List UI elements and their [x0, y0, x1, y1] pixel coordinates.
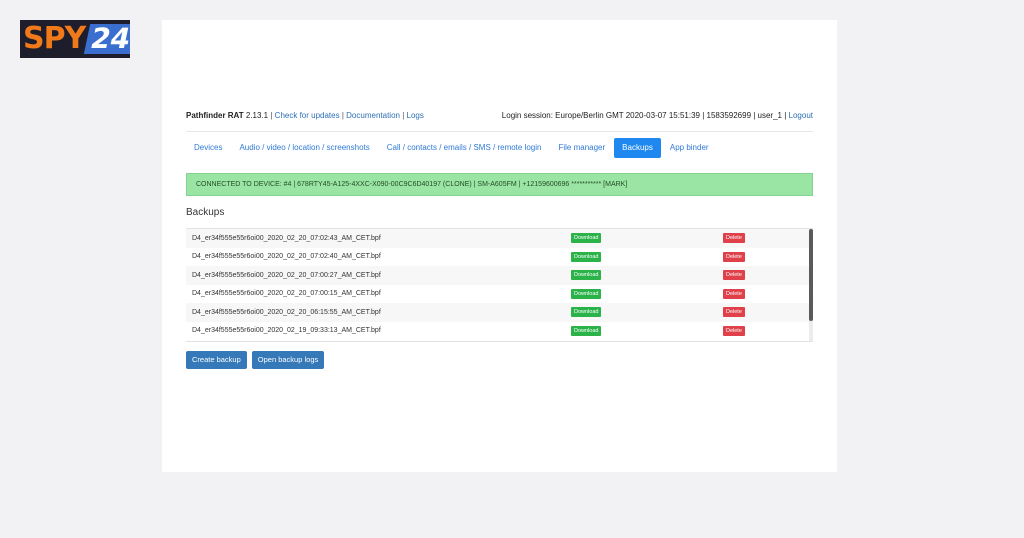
- delete-button[interactable]: Delete: [723, 307, 745, 318]
- tab-file-manager[interactable]: File manager: [550, 138, 613, 158]
- tab-call-contacts[interactable]: Call / contacts / emails / SMS / remote …: [379, 138, 550, 158]
- header-left: Pathfinder RAT 2.13.1 | Check for update…: [186, 110, 424, 120]
- backups-table: D4_er34f555e55r6oi00_2020_02_20_07:02:43…: [186, 228, 813, 342]
- table-row: D4_er34f555e55r6oi00_2020_02_20_07:00:27…: [186, 266, 813, 285]
- logout-link[interactable]: Logout: [789, 111, 813, 120]
- download-button[interactable]: Download: [571, 325, 602, 336]
- table-row: D4_er34f555e55r6oi00_2020_02_19_09:33:13…: [186, 322, 813, 341]
- download-button[interactable]: Download: [571, 307, 602, 318]
- logs-link[interactable]: Logs: [407, 111, 424, 120]
- header-right: Login session: Europe/Berlin GMT 2020-03…: [502, 111, 813, 120]
- table-row: D4_er34f555e55r6oi00_2020_02_20_07:02:43…: [186, 229, 813, 248]
- open-backup-logs-button[interactable]: Open backup logs: [251, 351, 325, 369]
- backup-filename: D4_er34f555e55r6oi00_2020_02_20_07:00:15…: [192, 290, 381, 298]
- table-row: D4_er34f555e55r6oi00_2020_02_20_07:00:15…: [186, 285, 813, 304]
- table-scrollbar[interactable]: [809, 229, 813, 341]
- table-row: D4_er34f555e55r6oi00_2020_02_20_06:15:55…: [186, 303, 813, 322]
- logo-text-24: 24: [84, 22, 130, 55]
- delete-button[interactable]: Delete: [723, 270, 745, 281]
- section-title: Backups: [186, 207, 225, 218]
- download-button[interactable]: Download: [571, 233, 602, 244]
- delete-button[interactable]: Delete: [723, 325, 745, 336]
- table-row: D4_er34f555e55r6oi00_2020_02_20_07:02:40…: [186, 248, 813, 267]
- spy24-logo: SPY 24: [20, 20, 130, 58]
- backup-filename: D4_er34f555e55r6oi00_2020_02_20_07:02:40…: [192, 253, 381, 261]
- delete-button[interactable]: Delete: [723, 288, 745, 299]
- tab-app-binder[interactable]: App binder: [662, 138, 717, 158]
- logo-text-spy: SPY: [23, 21, 86, 56]
- app-name: Pathfinder RAT: [186, 110, 244, 120]
- app-version: 2.13.1: [245, 110, 269, 120]
- backup-filename: D4_er34f555e55r6oi00_2020_02_20_07:02:43…: [192, 234, 381, 242]
- tab-audio-video[interactable]: Audio / video / location / screenshots: [231, 138, 377, 158]
- scrollbar-thumb[interactable]: [809, 229, 813, 321]
- documentation-link[interactable]: Documentation: [346, 111, 400, 120]
- backup-filename: D4_er34f555e55r6oi00_2020_02_20_07:00:27…: [192, 271, 381, 279]
- login-session: Login session: Europe/Berlin GMT 2020-03…: [501, 110, 787, 120]
- backup-filename: D4_er34f555e55r6oi00_2020_02_19_09:33:13…: [192, 327, 381, 335]
- backup-actions: Create backup Open backup logs: [186, 351, 325, 369]
- download-button[interactable]: Download: [571, 270, 602, 281]
- download-button[interactable]: Download: [571, 288, 602, 299]
- main-tabs: Devices Audio / video / location / scree…: [186, 138, 718, 158]
- delete-button[interactable]: Delete: [723, 233, 745, 244]
- delete-button[interactable]: Delete: [723, 251, 745, 262]
- app-header: Pathfinder RAT 2.13.1 | Check for update…: [186, 108, 813, 122]
- tab-devices[interactable]: Devices: [186, 138, 230, 158]
- main-panel: Pathfinder RAT 2.13.1 | Check for update…: [162, 20, 837, 472]
- create-backup-button[interactable]: Create backup: [186, 351, 247, 369]
- header-divider: [186, 131, 813, 132]
- backup-filename: D4_er34f555e55r6oi00_2020_02_20_06:15:55…: [192, 308, 381, 316]
- tab-backups[interactable]: Backups: [614, 138, 661, 158]
- connected-device-alert: CONNECTED TO DEVICE: #4 | 678RTY45-A125-…: [186, 173, 813, 196]
- download-button[interactable]: Download: [571, 251, 602, 262]
- check-updates-link[interactable]: Check for updates: [275, 111, 340, 120]
